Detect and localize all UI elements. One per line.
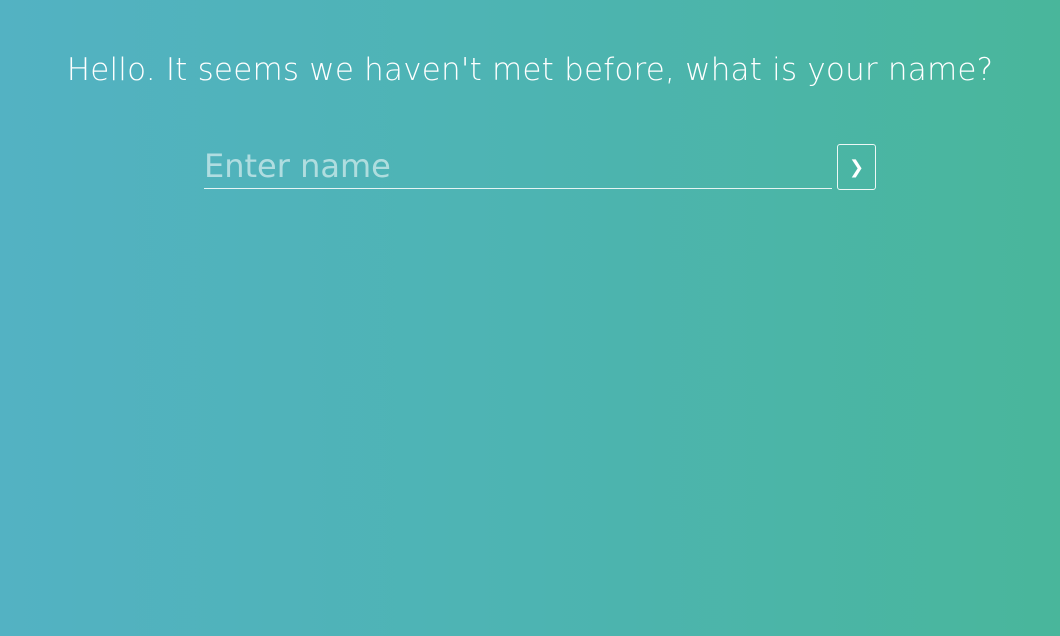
- name-input[interactable]: [204, 144, 832, 189]
- name-form: ❯: [204, 144, 876, 190]
- chevron-right-icon: ❯: [848, 156, 865, 178]
- welcome-screen: { "greeting": { "text": "Hello. It seems…: [0, 0, 1060, 636]
- submit-button[interactable]: ❯: [837, 144, 876, 190]
- greeting-heading: Hello. It seems we haven't met before, w…: [66, 52, 994, 88]
